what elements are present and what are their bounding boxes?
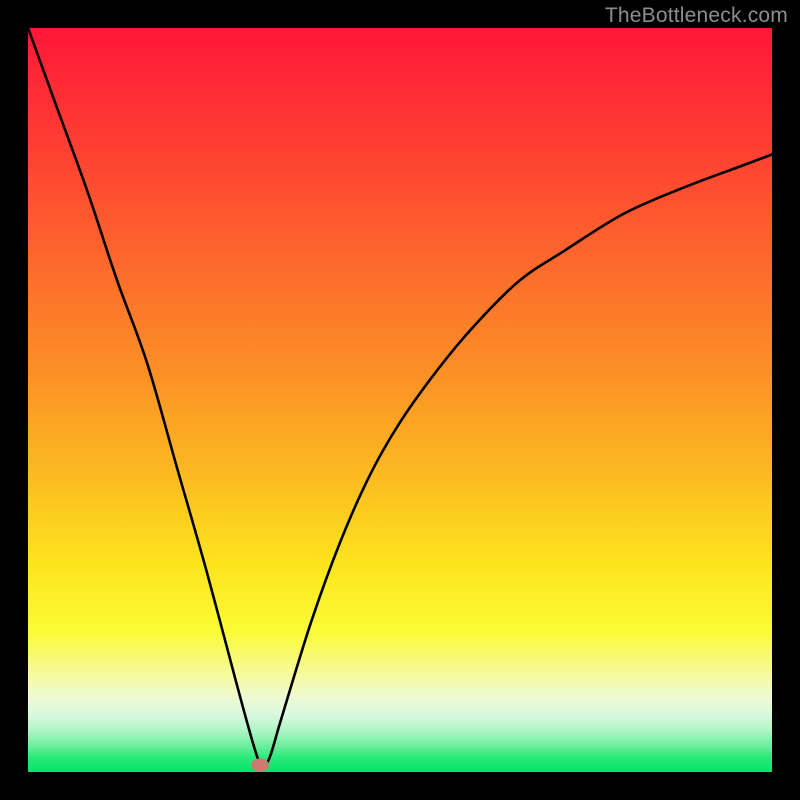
- plot-area: [28, 28, 772, 772]
- watermark-text: TheBottleneck.com: [605, 4, 788, 28]
- bottleneck-curve: [28, 28, 772, 772]
- minimum-marker-icon: [251, 759, 269, 772]
- chart-frame: TheBottleneck.com: [0, 0, 800, 800]
